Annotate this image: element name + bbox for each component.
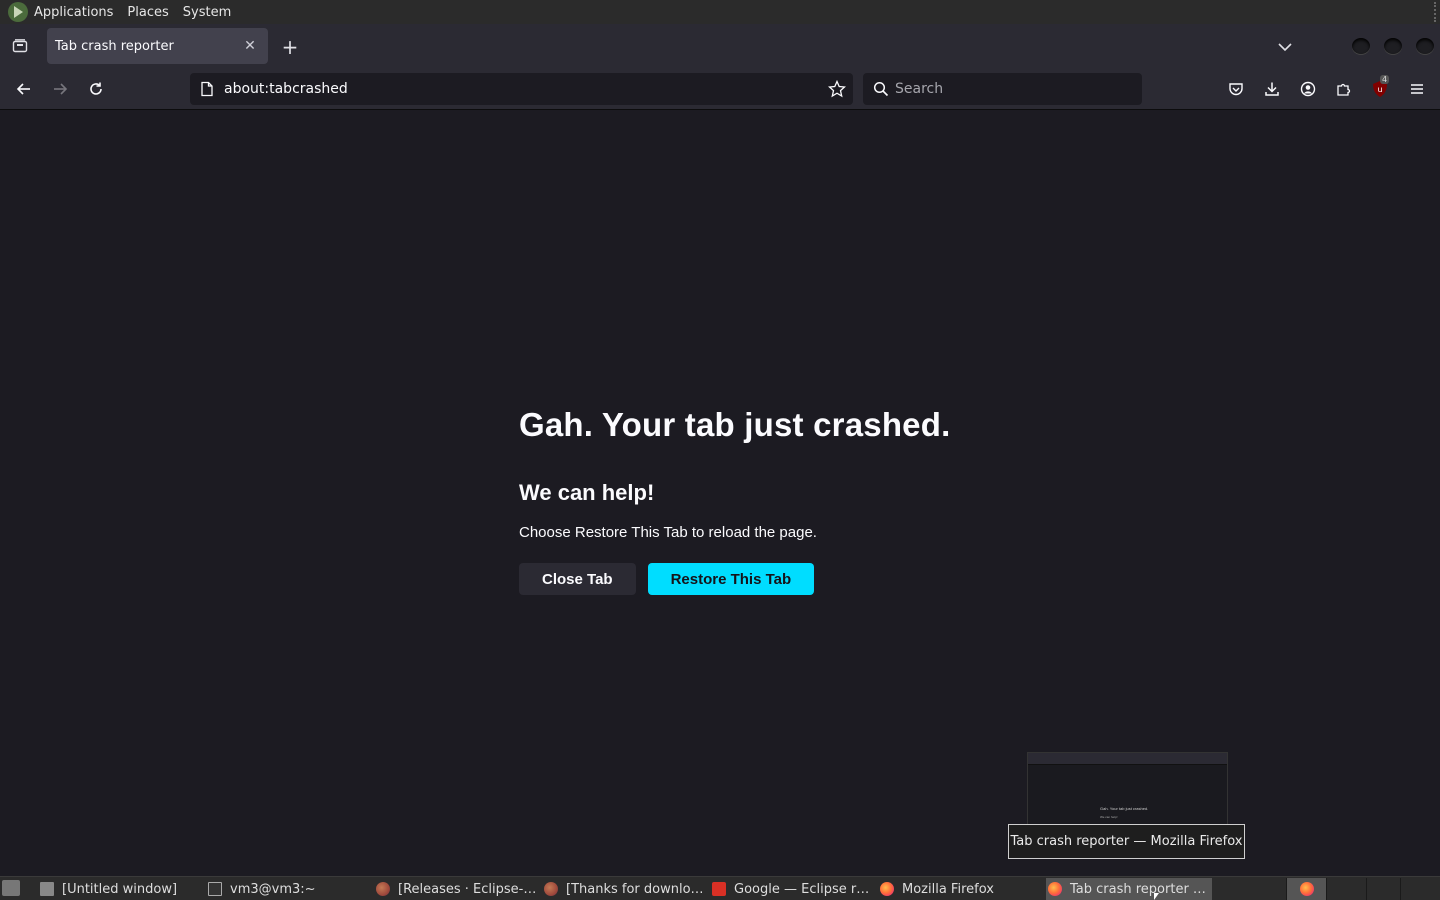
task-label: [Untitled window]	[62, 881, 178, 897]
tab-crashed-panel: Gah. Your tab just crashed. We can help!…	[519, 406, 1019, 595]
extensions-button[interactable]	[1331, 76, 1357, 102]
tab-crash-reporter[interactable]: Tab crash reporter ✕	[47, 28, 268, 64]
back-button[interactable]	[11, 76, 37, 102]
preview-title: Gah. Your tab just crashed.	[1100, 806, 1149, 811]
task-untitled-window[interactable]: [Untitled window]	[40, 878, 200, 900]
pocket-button[interactable]	[1223, 76, 1249, 102]
task-label: Google — Eclipse r…	[734, 881, 870, 897]
window-icon	[40, 882, 54, 896]
preview-toolbar	[1028, 753, 1227, 765]
firefox-icon	[880, 882, 894, 896]
workspace-4[interactable]	[1400, 878, 1440, 900]
task-label: [Releases · Eclipse-…	[398, 881, 536, 897]
firefox-view-button[interactable]	[8, 34, 32, 58]
system-top-panel: Applications Places System	[0, 0, 1440, 24]
close-window-button[interactable]	[1416, 38, 1434, 54]
show-desktop-icon[interactable]	[2, 880, 20, 896]
terminal-icon	[208, 882, 222, 896]
task-label: [Thanks for downlo…	[566, 881, 704, 897]
taskbar-tooltip: Tab crash reporter — Mozilla Firefox	[1008, 824, 1245, 859]
task-terminal[interactable]: vm3@vm3:~	[208, 878, 368, 900]
workspace-2[interactable]	[1326, 878, 1366, 900]
mouse-cursor-icon	[1154, 893, 1159, 900]
task-releases-eclipse[interactable]: [Releases · Eclipse-…	[376, 878, 536, 900]
task-google-eclipse[interactable]: Google — Eclipse r…	[712, 878, 872, 900]
firefox-icon	[376, 882, 390, 896]
task-thanks-for-download[interactable]: [Thanks for downlo…	[544, 878, 704, 900]
places-menu[interactable]: Places	[127, 5, 168, 20]
firefox-view-icon	[12, 39, 28, 53]
crash-message: Choose Restore This Tab to reload the pa…	[519, 524, 817, 541]
download-icon	[1265, 82, 1279, 96]
tab-strip: Tab crash reporter ✕ +	[0, 24, 1440, 68]
close-tab-icon[interactable]: ✕	[240, 36, 260, 56]
page-icon	[200, 81, 214, 97]
firefox-icon	[544, 882, 558, 896]
arrow-right-icon	[54, 83, 68, 95]
applications-menu[interactable]: Applications	[34, 5, 113, 20]
task-mozilla-firefox[interactable]: Mozilla Firefox	[880, 878, 1040, 900]
app-menu-button[interactable]	[1404, 76, 1430, 102]
url-bar[interactable]: about:tabcrashed	[190, 73, 853, 105]
task-label: vm3@vm3:~	[230, 881, 316, 897]
gmail-icon	[712, 882, 726, 896]
chevron-down-icon	[1278, 43, 1292, 52]
task-label: Tab crash reporter …	[1070, 881, 1206, 897]
puzzle-piece-icon	[1337, 83, 1351, 96]
crash-subtitle: We can help!	[519, 480, 655, 505]
downloads-button[interactable]	[1259, 76, 1285, 102]
forward-button[interactable]	[47, 76, 73, 102]
new-tab-button[interactable]: +	[279, 35, 301, 59]
window-preview-thumbnail[interactable]: Gah. Your tab just crashed. We can help!	[1027, 752, 1228, 827]
reload-icon	[90, 82, 102, 95]
svg-text:u: u	[1377, 85, 1382, 94]
preview-subtitle: We can help!	[1100, 815, 1118, 819]
maximize-window-button[interactable]	[1384, 38, 1402, 54]
crash-actions: Close Tab Restore This Tab	[519, 563, 1019, 595]
navigation-toolbar: about:tabcrashed u 4	[0, 68, 1440, 110]
account-icon	[1300, 81, 1316, 97]
url-text[interactable]: about:tabcrashed	[224, 81, 348, 97]
pocket-icon	[1229, 83, 1243, 96]
firefox-icon	[1299, 882, 1314, 896]
hamburger-menu-icon	[1411, 84, 1423, 94]
list-all-tabs-button[interactable]	[1274, 36, 1296, 58]
arrow-left-icon	[16, 83, 30, 95]
crash-title: Gah. Your tab just crashed.	[519, 406, 951, 443]
bottom-taskbar: [Untitled window] vm3@vm3:~ [Releases · …	[0, 876, 1440, 900]
applications-logo-icon[interactable]	[8, 2, 28, 22]
system-menu[interactable]: System	[183, 5, 231, 20]
close-tab-button[interactable]: Close Tab	[519, 563, 636, 595]
panel-grip-icon	[1434, 2, 1438, 22]
bookmark-star-icon[interactable]	[827, 79, 847, 99]
search-bar[interactable]	[863, 73, 1142, 105]
restore-tab-button[interactable]: Restore This Tab	[647, 563, 815, 595]
search-input[interactable]	[895, 81, 1125, 97]
ublock-count-badge: 4	[1380, 75, 1390, 84]
task-label: Mozilla Firefox	[902, 881, 994, 897]
firefox-icon	[1048, 882, 1062, 896]
minimize-window-button[interactable]	[1352, 38, 1370, 54]
task-tab-crash-reporter[interactable]: Tab crash reporter …	[1046, 878, 1212, 900]
workspace-1[interactable]	[1286, 878, 1326, 900]
search-icon	[873, 81, 889, 97]
reload-button[interactable]	[83, 76, 109, 102]
account-button[interactable]	[1295, 76, 1321, 102]
tab-title: Tab crash reporter	[55, 38, 174, 54]
